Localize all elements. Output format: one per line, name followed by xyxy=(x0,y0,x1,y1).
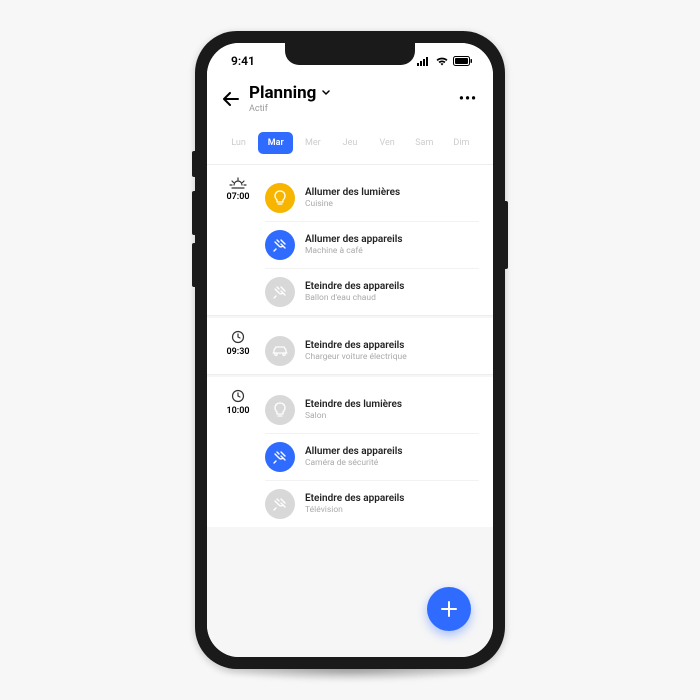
bulb-icon xyxy=(265,395,295,425)
day-tab-jeu[interactable]: Jeu xyxy=(332,132,367,154)
back-button[interactable] xyxy=(223,92,239,106)
chevron-down-icon xyxy=(322,90,330,96)
time-group: 07:00 Allumer des lumières Cuisine xyxy=(207,165,493,316)
item-title: Eteindre des appareils xyxy=(305,493,404,504)
item-title: Eteindre des lumières xyxy=(305,399,402,410)
time-group: 10:00 Eteindre des lumières Salon xyxy=(207,377,493,527)
list-item[interactable]: Allumer des appareils Caméra de sécurité xyxy=(265,433,479,480)
item-title: Eteindre des appareils xyxy=(305,340,407,351)
day-tabs: Lun Mar Mer Jeu Ven Sam Dim xyxy=(207,126,493,165)
day-tab-mer[interactable]: Mer xyxy=(295,132,330,154)
header: Planning Actif ••• xyxy=(207,79,493,126)
day-tab-sam[interactable]: Sam xyxy=(407,132,442,154)
time-group: 09:30 Eteindre des appareils Chargeur vo… xyxy=(207,318,493,375)
item-title: Allumer des appareils xyxy=(305,446,402,457)
add-button[interactable] xyxy=(427,587,471,631)
time-label: 10:00 xyxy=(226,406,249,416)
car-icon xyxy=(265,336,295,366)
list-item[interactable]: Eteindre des appareils Chargeur voiture … xyxy=(265,328,479,374)
time-label: 07:00 xyxy=(226,192,249,202)
bulb-icon xyxy=(265,183,295,213)
signal-icon xyxy=(417,56,431,66)
plus-icon xyxy=(440,600,458,618)
phone-frame: 9:41 xyxy=(195,31,505,669)
schedule-list: 07:00 Allumer des lumières Cuisine xyxy=(207,165,493,657)
page-title: Planning xyxy=(249,83,316,103)
sunrise-icon xyxy=(229,177,247,189)
plug-icon xyxy=(265,442,295,472)
item-subtitle: Ballon d'eau chaud xyxy=(305,293,404,303)
list-item[interactable]: Allumer des appareils Machine à café xyxy=(265,221,479,268)
item-title: Eteindre des appareils xyxy=(305,281,404,292)
item-subtitle: Cuisine xyxy=(305,199,400,209)
plug-icon xyxy=(265,489,295,519)
item-subtitle: Télévision xyxy=(305,505,404,515)
day-tab-dim[interactable]: Dim xyxy=(444,132,479,154)
list-item[interactable]: Eteindre des lumières Salon xyxy=(265,387,479,433)
title-dropdown[interactable]: Planning xyxy=(249,83,330,103)
status-time: 9:41 xyxy=(231,54,255,68)
item-title: Allumer des lumières xyxy=(305,187,400,198)
day-tab-mar[interactable]: Mar xyxy=(258,132,293,154)
wifi-icon xyxy=(435,56,449,66)
page-subtitle: Actif xyxy=(249,104,330,114)
battery-icon xyxy=(453,56,473,66)
list-item[interactable]: Eteindre des appareils Ballon d'eau chau… xyxy=(265,268,479,315)
list-item[interactable]: Allumer des lumières Cuisine xyxy=(265,175,479,221)
item-subtitle: Chargeur voiture électrique xyxy=(305,352,407,362)
item-title: Allumer des appareils xyxy=(305,234,402,245)
plug-icon xyxy=(265,277,295,307)
day-tab-ven[interactable]: Ven xyxy=(370,132,405,154)
item-subtitle: Caméra de sécurité xyxy=(305,458,402,468)
more-button[interactable]: ••• xyxy=(459,91,477,107)
clock-icon xyxy=(231,330,245,344)
clock-icon xyxy=(231,389,245,403)
day-tab-lun[interactable]: Lun xyxy=(221,132,256,154)
item-subtitle: Salon xyxy=(305,411,402,421)
item-subtitle: Machine à café xyxy=(305,246,402,256)
plug-icon xyxy=(265,230,295,260)
list-item[interactable]: Eteindre des appareils Télévision xyxy=(265,480,479,527)
time-label: 09:30 xyxy=(226,347,249,357)
